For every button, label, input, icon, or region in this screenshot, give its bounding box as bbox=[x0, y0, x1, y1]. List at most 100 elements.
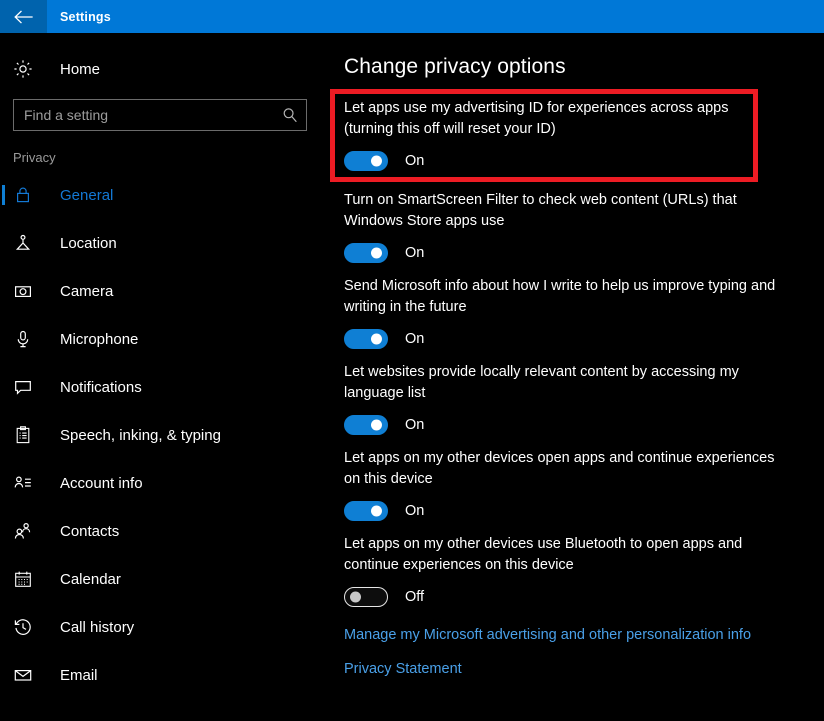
speech-bubble-icon bbox=[13, 377, 41, 397]
setting-smartscreen-filter: Turn on SmartScreen Filter to check web … bbox=[344, 182, 824, 268]
link-privacy-statement[interactable]: Privacy Statement bbox=[344, 661, 462, 677]
sidebar-item-email[interactable]: Email bbox=[0, 651, 330, 699]
setting-cross-device-experiences: Let apps on my other devices open apps a… bbox=[344, 440, 824, 526]
sidebar-item-label: Call history bbox=[60, 618, 135, 636]
selection-accent-bar bbox=[2, 233, 5, 253]
sidebar-home-label: Home bbox=[60, 60, 101, 78]
selection-accent-bar bbox=[2, 377, 5, 397]
sidebar-nav-list: General Location Camera Microphone Notif… bbox=[0, 171, 330, 699]
title-bar: Settings bbox=[0, 0, 824, 33]
selection-accent-bar bbox=[2, 521, 5, 541]
toggle-state-label: On bbox=[405, 331, 425, 347]
selection-accent-bar bbox=[2, 185, 5, 205]
back-arrow-icon bbox=[14, 9, 33, 24]
sidebar-item-label: Camera bbox=[60, 282, 114, 300]
selection-accent-bar bbox=[2, 617, 5, 637]
toggle-row: On bbox=[344, 501, 824, 521]
search-input[interactable] bbox=[14, 100, 306, 130]
sidebar-item-home[interactable]: Home bbox=[0, 52, 330, 86]
toggle-language-list[interactable] bbox=[344, 415, 388, 435]
toggle-knob bbox=[371, 419, 382, 431]
sidebar-item-call-history[interactable]: Call history bbox=[0, 603, 330, 651]
toggle-row: Off bbox=[344, 587, 824, 607]
links-section: Manage my Microsoft advertising and othe… bbox=[330, 612, 824, 677]
sidebar-item-contacts[interactable]: Contacts bbox=[0, 507, 330, 555]
sidebar-item-location[interactable]: Location bbox=[0, 219, 330, 267]
toggle-knob bbox=[371, 247, 382, 259]
toggle-cross-device-experiences[interactable] bbox=[344, 501, 388, 521]
microphone-icon bbox=[13, 329, 41, 349]
toggle-smartscreen-filter[interactable] bbox=[344, 243, 388, 263]
toggle-knob bbox=[350, 591, 361, 603]
sidebar-item-notifications[interactable]: Notifications bbox=[0, 363, 330, 411]
envelope-icon bbox=[13, 665, 41, 685]
toggle-knob bbox=[371, 333, 382, 345]
contacts-people-icon bbox=[13, 521, 41, 541]
sidebar-item-camera[interactable]: Camera bbox=[0, 267, 330, 315]
sidebar-item-label: Notifications bbox=[60, 378, 142, 396]
sidebar-item-label: Account info bbox=[60, 474, 143, 492]
setting-bluetooth-experiences: Let apps on my other devices use Bluetoo… bbox=[344, 526, 824, 612]
sidebar-item-label: Calendar bbox=[60, 570, 121, 588]
back-button[interactable] bbox=[0, 0, 47, 33]
sidebar-item-microphone[interactable]: Microphone bbox=[0, 315, 330, 363]
link-manage-advertising-info[interactable]: Manage my Microsoft advertising and othe… bbox=[344, 627, 751, 643]
toggle-state-label: On bbox=[405, 153, 425, 169]
selection-accent-bar bbox=[2, 665, 5, 685]
setting-label: Turn on SmartScreen Filter to check web … bbox=[344, 192, 737, 229]
setting-label: Let apps on my other devices open apps a… bbox=[344, 450, 775, 487]
main-content: Change privacy options Let apps use my a… bbox=[330, 33, 824, 721]
selection-accent-bar bbox=[2, 425, 5, 445]
sidebar-item-label: Location bbox=[60, 234, 117, 252]
search-box[interactable] bbox=[13, 99, 307, 131]
setting-label: Let apps use my advertising ID for exper… bbox=[344, 100, 729, 137]
toggle-typing-writing-info[interactable] bbox=[344, 329, 388, 349]
selection-accent-bar bbox=[2, 473, 5, 493]
toggle-row: On bbox=[344, 151, 753, 171]
toggle-knob bbox=[371, 505, 382, 517]
toggle-state-label: Off bbox=[405, 589, 425, 605]
sidebar-group-header: Privacy bbox=[13, 150, 56, 165]
selection-accent-bar bbox=[2, 329, 5, 349]
account-info-icon bbox=[13, 473, 41, 493]
window-title: Settings bbox=[60, 9, 111, 24]
search-icon[interactable] bbox=[282, 107, 298, 123]
camera-icon bbox=[13, 281, 41, 301]
setting-label: Let websites provide locally relevant co… bbox=[344, 364, 739, 401]
setting-label: Let apps on my other devices use Bluetoo… bbox=[344, 536, 743, 573]
toggle-row: On bbox=[344, 243, 824, 263]
settings-list: Let apps use my advertising ID for exper… bbox=[330, 79, 824, 612]
selection-accent-bar bbox=[2, 281, 5, 301]
toggle-row: On bbox=[344, 329, 824, 349]
sidebar-item-account-info[interactable]: Account info bbox=[0, 459, 330, 507]
settings-window: Settings Home Privacy bbox=[0, 0, 824, 721]
setting-language-list: Let websites provide locally relevant co… bbox=[344, 354, 824, 440]
toggle-state-label: On bbox=[405, 503, 425, 519]
setting-typing-writing-info: Send Microsoft info about how I write to… bbox=[344, 268, 824, 354]
sidebar-item-label: Contacts bbox=[60, 522, 120, 540]
toggle-bluetooth-experiences[interactable] bbox=[344, 587, 388, 607]
sidebar-item-label: General bbox=[60, 186, 114, 204]
lock-icon bbox=[13, 185, 41, 205]
sidebar: Home Privacy General bbox=[0, 33, 330, 721]
sidebar-item-label: Speech, inking, & typing bbox=[60, 426, 221, 444]
gear-icon bbox=[13, 59, 41, 79]
clock-history-icon bbox=[13, 617, 41, 637]
toggle-knob bbox=[371, 155, 382, 167]
setting-label: Send Microsoft info about how I write to… bbox=[344, 278, 776, 315]
sidebar-item-label: Microphone bbox=[60, 330, 139, 348]
sidebar-item-general[interactable]: General bbox=[0, 171, 330, 219]
sidebar-item-calendar[interactable]: Calendar bbox=[0, 555, 330, 603]
toggle-advertising-id[interactable] bbox=[344, 151, 388, 171]
location-person-icon bbox=[13, 233, 41, 253]
calendar-icon bbox=[13, 569, 41, 589]
sidebar-item-label: Email bbox=[60, 666, 98, 684]
sidebar-item-speech-inking-typing[interactable]: Speech, inking, & typing bbox=[0, 411, 330, 459]
toggle-state-label: On bbox=[405, 417, 425, 433]
clipboard-icon bbox=[13, 425, 41, 445]
toggle-row: On bbox=[344, 415, 824, 435]
toggle-state-label: On bbox=[405, 245, 425, 261]
setting-advertising-id: Let apps use my advertising ID for exper… bbox=[330, 89, 758, 182]
page-title: Change privacy options bbox=[344, 55, 566, 78]
selection-accent-bar bbox=[2, 569, 5, 589]
